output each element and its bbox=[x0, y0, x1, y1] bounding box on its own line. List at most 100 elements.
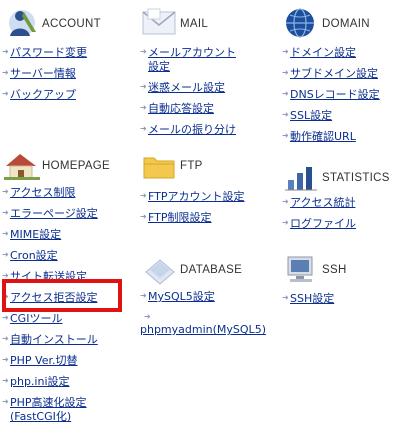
menu-item-mysql5[interactable]: ➜ MySQL5設定 bbox=[140, 290, 266, 304]
ssl-link[interactable]: SSL設定 bbox=[290, 109, 332, 122]
account-title: ACCOUNT bbox=[42, 18, 101, 30]
arrow-icon: ➜ bbox=[140, 191, 147, 200]
menu-item-domain[interactable]: ➜ ドメイン設定 bbox=[282, 46, 380, 60]
mail-account-link[interactable]: メールアカウント設定 bbox=[148, 46, 236, 73]
menu-item-php-fastcgi[interactable]: ➜ PHP高速化設定(FastCGI化) bbox=[2, 396, 106, 424]
domain-settings-link[interactable]: ドメイン設定 bbox=[290, 46, 356, 59]
auto-install-link[interactable]: 自動インストール bbox=[10, 333, 98, 346]
arrow-icon: ➜ bbox=[282, 47, 289, 56]
arrow-icon: ➜ bbox=[2, 250, 9, 259]
highlight-box bbox=[2, 279, 122, 312]
mail-title: MAIL bbox=[180, 18, 209, 30]
ssh-section: SSH ➜ SSH設定 bbox=[282, 252, 400, 322]
account-section: ACCOUNT ➜ パスワード変更 ➜ サーバー情報 ➜ バックアップ bbox=[2, 6, 132, 116]
menu-item-access-stats[interactable]: ➜ アクセス統計 bbox=[282, 196, 356, 210]
arrow-icon: ➜ bbox=[2, 397, 9, 406]
menu-item-backup[interactable]: ➜ バックアップ bbox=[2, 88, 87, 102]
ssh-menu: ➜ SSH設定 bbox=[282, 292, 334, 313]
mail-menu: ➜ メールアカウント設定 ➜ 迷惑メール設定 ➜ 自動応答設定 ➜ メールの振り分け bbox=[140, 46, 260, 144]
folder-icon bbox=[143, 157, 175, 179]
menu-item-cgi-tool[interactable]: ➜ CGIツール bbox=[2, 312, 106, 326]
menu-item-server-info[interactable]: ➜ サーバー情報 bbox=[2, 67, 87, 81]
house-icon bbox=[4, 154, 40, 180]
arrow-icon: ➜ bbox=[2, 47, 9, 56]
menu-item-subdomain[interactable]: ➜ サブドメイン設定 bbox=[282, 67, 380, 81]
password-change-link[interactable]: パスワード変更 bbox=[10, 46, 87, 59]
autoreply-link[interactable]: 自動応答設定 bbox=[148, 102, 214, 115]
arrow-icon: ➜ bbox=[2, 334, 9, 343]
menu-item-php-ini[interactable]: ➜ php.ini設定 bbox=[2, 375, 106, 389]
statistics-menu: ➜ アクセス統計 ➜ ログファイル bbox=[282, 196, 356, 238]
log-file-link[interactable]: ログファイル bbox=[290, 217, 356, 230]
ssh-settings-link[interactable]: SSH設定 bbox=[290, 292, 334, 305]
arrow-icon: ➜ bbox=[140, 82, 147, 91]
menu-item-cron[interactable]: ➜ Cron設定 bbox=[2, 249, 106, 263]
statistics-title: STATISTICS bbox=[322, 172, 390, 184]
menu-item-ftp-account[interactable]: ➜ FTPアカウント設定 bbox=[140, 190, 245, 204]
arrow-icon: ➜ bbox=[282, 218, 289, 227]
homepage-title: HOMEPAGE bbox=[42, 160, 111, 172]
menu-item-error-page[interactable]: ➜ エラーページ設定 bbox=[2, 207, 106, 221]
statistics-section: STATISTICS ➜ アクセス統計 ➜ ログファイル bbox=[282, 160, 400, 240]
arrow-icon: ➜ bbox=[140, 103, 147, 112]
access-stats-link[interactable]: アクセス統計 bbox=[290, 196, 355, 209]
globe-icon bbox=[286, 8, 314, 38]
menu-item-ssl[interactable]: ➜ SSL設定 bbox=[282, 109, 380, 123]
arrow-icon: ➜ bbox=[282, 293, 289, 302]
database-section: DATABASE ➜ MySQL5設定 ➜ phpmyadmin(MySQL5) bbox=[140, 252, 280, 352]
arrow-icon: ➜ bbox=[282, 110, 289, 119]
menu-item-autoreply[interactable]: ➜ 自動応答設定 bbox=[140, 102, 260, 116]
php-fastcgi-link[interactable]: PHP高速化設定(FastCGI化) bbox=[10, 396, 87, 423]
mail-filter-link[interactable]: メールの振り分け bbox=[148, 123, 236, 136]
arrow-icon: ➜ bbox=[2, 355, 9, 364]
mysql5-link[interactable]: MySQL5設定 bbox=[148, 290, 215, 303]
arrow-icon: ➜ bbox=[282, 197, 289, 206]
check-url-link[interactable]: 動作確認URL bbox=[290, 130, 356, 143]
php-version-link[interactable]: PHP Ver.切替 bbox=[10, 354, 77, 367]
mail-icon bbox=[142, 8, 176, 35]
arrow-icon: ➜ bbox=[140, 291, 147, 300]
cgi-tool-link[interactable]: CGIツール bbox=[10, 312, 62, 325]
arrow-icon: ➜ bbox=[140, 47, 147, 56]
menu-item-auto-install[interactable]: ➜ 自動インストール bbox=[2, 333, 106, 347]
server-info-link[interactable]: サーバー情報 bbox=[10, 67, 76, 80]
computer-icon bbox=[287, 256, 313, 282]
arrow-icon: ➜ bbox=[2, 229, 9, 238]
database-icon bbox=[145, 259, 175, 285]
arrow-icon: ➜ bbox=[140, 124, 147, 133]
ftp-limit-link[interactable]: FTP制限設定 bbox=[148, 211, 212, 224]
menu-item-ftp-limit[interactable]: ➜ FTP制限設定 bbox=[140, 211, 245, 225]
backup-link[interactable]: バックアップ bbox=[10, 88, 76, 101]
arrow-icon: ➜ bbox=[140, 212, 147, 221]
subdomain-link[interactable]: サブドメイン設定 bbox=[290, 67, 378, 80]
mime-link[interactable]: MIME設定 bbox=[10, 228, 61, 241]
access-limit-link[interactable]: アクセス制限 bbox=[10, 186, 75, 199]
dns-record-link[interactable]: DNSレコード設定 bbox=[290, 88, 380, 101]
menu-item-mime[interactable]: ➜ MIME設定 bbox=[2, 228, 106, 242]
menu-item-dns[interactable]: ➜ DNSレコード設定 bbox=[282, 88, 380, 102]
ssh-title: SSH bbox=[322, 264, 347, 276]
phpmyadmin-link[interactable]: phpmyadmin(MySQL5) bbox=[140, 323, 266, 336]
arrow-icon: ➜ bbox=[282, 68, 289, 77]
spam-settings-link[interactable]: 迷惑メール設定 bbox=[148, 81, 225, 94]
database-title: DATABASE bbox=[180, 264, 243, 276]
domain-section: DOMAIN ➜ ドメイン設定 ➜ サブドメイン設定 ➜ DNSレコード設定 ➜ SSL… bbox=[282, 6, 400, 146]
menu-item-access-limit[interactable]: ➜ アクセス制限 bbox=[2, 186, 106, 200]
php-ini-link[interactable]: php.ini設定 bbox=[10, 375, 70, 388]
menu-item-log-file[interactable]: ➜ ログファイル bbox=[282, 217, 356, 231]
ftp-menu: ➜ FTPアカウント設定 ➜ FTP制限設定 bbox=[140, 190, 245, 232]
menu-item-password[interactable]: ➜ パスワード変更 bbox=[2, 46, 87, 60]
error-page-link[interactable]: エラーページ設定 bbox=[10, 207, 98, 220]
domain-menu: ➜ ドメイン設定 ➜ サブドメイン設定 ➜ DNSレコード設定 ➜ SSL設定 ➜ 動作確… bbox=[282, 46, 380, 151]
menu-item-check-url[interactable]: ➜ 動作確認URL bbox=[282, 130, 380, 144]
menu-item-mail-account[interactable]: ➜ メールアカウント設定 bbox=[140, 46, 240, 74]
arrow-icon: ➜ bbox=[2, 313, 9, 322]
menu-item-ssh[interactable]: ➜ SSH設定 bbox=[282, 292, 334, 306]
menu-item-spam[interactable]: ➜ 迷惑メール設定 bbox=[140, 81, 260, 95]
ftp-account-link[interactable]: FTPアカウント設定 bbox=[148, 190, 245, 203]
arrow-icon: ➜ bbox=[2, 376, 9, 385]
menu-item-mail-filter[interactable]: ➜ メールの振り分け bbox=[140, 123, 260, 137]
menu-item-phpmyadmin[interactable]: ➜ phpmyadmin(MySQL5) bbox=[140, 311, 266, 337]
menu-item-php-version[interactable]: ➜ PHP Ver.切替 bbox=[2, 354, 106, 368]
cron-link[interactable]: Cron設定 bbox=[10, 249, 58, 262]
